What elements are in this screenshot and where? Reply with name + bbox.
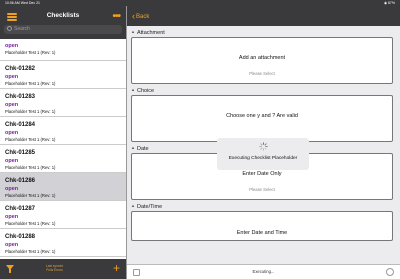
sync-status-line-2: Pulls Errors: [46, 268, 63, 272]
item-status: open: [5, 43, 19, 49]
item-id: Chk-01284: [5, 122, 36, 128]
item-status: open: [5, 130, 19, 136]
item-id: Chk-01285: [5, 150, 36, 156]
item-status: open: [5, 214, 19, 220]
section-title: Date/Time: [136, 204, 163, 210]
collapse-triangle-icon: ▲: [131, 203, 135, 208]
list-item[interactable]: Chk-01284 open Placeholder Test 1 (Rev: …: [0, 117, 126, 145]
item-status: open: [5, 74, 19, 80]
collapse-triangle-icon: ▲: [131, 87, 135, 92]
execution-status: Executing...: [252, 269, 275, 274]
checklists-header: Checklists ••• Search: [0, 6, 126, 39]
more-options-icon[interactable]: •••: [112, 11, 120, 22]
item-status: open: [5, 158, 19, 164]
spinner-icon: [259, 142, 268, 151]
panel-title: Checklists: [46, 12, 80, 19]
section-header-choice[interactable]: ▲ Choice: [127, 84, 400, 95]
item-subtitle: Placeholder Test 1 (Rev: 1): [5, 81, 56, 86]
list-item[interactable]: Chk-01288 open Placeholder Test 1 (Rev: …: [0, 229, 126, 257]
section-title: Date: [136, 146, 149, 152]
detail-header: ‹Back: [127, 6, 400, 26]
back-label: Back: [136, 14, 150, 20]
list-item[interactable]: Chk-01285 open Placeholder Test 1 (Rev: …: [0, 145, 126, 173]
field-prompt: Add an attachment: [238, 55, 286, 61]
back-button[interactable]: ‹Back: [132, 11, 149, 21]
field-hint: Please Select: [249, 71, 275, 76]
sync-status: Last synced Pulls Errors: [46, 264, 63, 272]
add-checklist-icon[interactable]: +: [113, 261, 120, 275]
field-prompt: Enter Date and Time: [236, 230, 288, 236]
section-header-attachment[interactable]: ▲ Attachment: [127, 26, 400, 37]
item-subtitle: Placeholder Test 1 (Rev: 1): [5, 221, 56, 226]
section-header-datetime[interactable]: ▲ Date/Time: [127, 200, 400, 211]
checklist-list: open Placeholder Test 1 (Rev: 1) Chk-012…: [0, 39, 126, 259]
detail-footer: Executing...: [127, 264, 400, 279]
item-subtitle: Placeholder Test 1 (Rev: 1): [5, 137, 56, 142]
item-status: open: [5, 102, 19, 108]
item-status: open: [5, 242, 19, 248]
section-title: Attachment: [136, 30, 165, 36]
item-id: Chk-01282: [5, 66, 36, 72]
filter-icon-stem: [9, 269, 11, 273]
field-prompt: Choose one y and ? Are valid: [226, 113, 298, 119]
item-subtitle: Placeholder Test 1 (Rev: 1): [5, 50, 56, 55]
item-subtitle: Placeholder Test 1 (Rev: 1): [5, 165, 56, 170]
choice-field[interactable]: Choose one y and ? Are valid: [131, 95, 393, 142]
list-toolbar: Last synced Pulls Errors +: [0, 259, 126, 279]
item-subtitle: Placeholder Test 1 (Rev: 1): [5, 109, 56, 114]
section-title: Choice: [136, 88, 155, 94]
list-item-selected[interactable]: Chk-01286 open Placeholder Test 1 (Rev: …: [0, 173, 126, 201]
loading-overlay: Executing Checklist Placeholder: [217, 138, 309, 170]
checklists-panel: Checklists ••• Search open Placeholder T…: [0, 6, 127, 279]
checklist-detail-panel: ‹Back ▲ Attachment Add an attachment Plea…: [127, 6, 400, 279]
list-item[interactable]: Chk-01287 open Placeholder Test 1 (Rev: …: [0, 201, 126, 229]
field-hint: Please Select: [249, 187, 275, 192]
item-id: Chk-01288: [5, 234, 36, 240]
attachment-field[interactable]: Add an attachment Please Select: [131, 37, 393, 84]
info-icon[interactable]: [386, 268, 394, 276]
item-id: Chk-01287: [5, 206, 36, 212]
loading-message: Executing Checklist Placeholder: [228, 156, 298, 161]
item-id: Chk-01283: [5, 94, 36, 100]
item-status: open: [5, 186, 19, 192]
list-item[interactable]: Chk-01283 open Placeholder Test 1 (Rev: …: [0, 89, 126, 117]
collapse-triangle-icon: ▲: [131, 145, 135, 150]
collapse-triangle-icon: ▲: [131, 29, 135, 34]
list-item[interactable]: Chk-01282 open Placeholder Test 1 (Rev: …: [0, 61, 126, 89]
search-input[interactable]: Search: [4, 25, 122, 34]
field-prompt: Enter Date Only: [242, 171, 282, 177]
chevron-left-icon: ‹: [132, 11, 135, 21]
item-subtitle: Placeholder Test 1 (Rev: 1): [5, 193, 56, 198]
item-id: Chk-01286: [5, 178, 36, 184]
search-icon: [7, 25, 12, 31]
search-placeholder: Search: [14, 26, 30, 32]
datetime-field[interactable]: Enter Date and Time: [131, 211, 393, 241]
list-item[interactable]: open Placeholder Test 1 (Rev: 1): [0, 39, 126, 61]
item-subtitle: Placeholder Test 1 (Rev: 1): [5, 249, 56, 254]
